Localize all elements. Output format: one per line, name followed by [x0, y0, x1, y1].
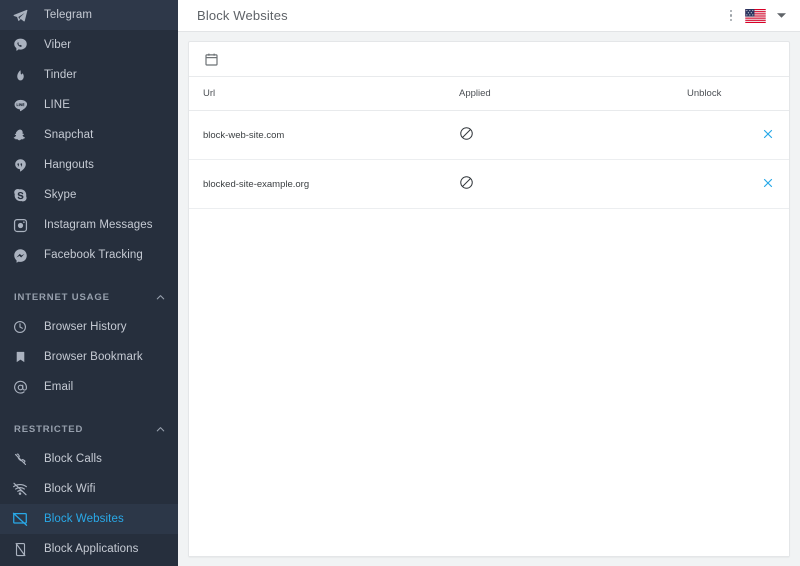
cell-applied	[459, 111, 687, 160]
content-region: Url Applied Unblock block-web-site.com	[178, 32, 800, 566]
close-x-icon[interactable]	[762, 128, 774, 140]
sidebar-item-block-applications[interactable]: Block Applications	[0, 534, 178, 564]
sidebar-item-email[interactable]: Email	[0, 372, 178, 402]
table-empty-space	[189, 209, 789, 556]
sidebar-item-block-calls[interactable]: Block Calls	[0, 444, 178, 474]
table-row[interactable]: blocked-site-example.org	[189, 160, 789, 209]
sidebar-item-label: Browser Bookmark	[44, 351, 143, 363]
no-entry-icon	[459, 175, 474, 190]
sidebar-item-label: Block Calls	[44, 453, 102, 465]
sidebar-item-label: Viber	[44, 39, 71, 51]
sidebar-item-label: Instagram Messages	[44, 219, 153, 231]
sidebar-item-label: Hangouts	[44, 159, 94, 171]
table-body: block-web-site.com	[189, 111, 789, 209]
sidebar-item-label: Facebook Tracking	[44, 249, 143, 261]
sidebar-item-label: Telegram	[44, 9, 92, 21]
page-title: Block Websites	[197, 8, 726, 23]
top-bar: Block Websites	[178, 0, 800, 32]
sidebar-item-browser-history[interactable]: Browser History	[0, 312, 178, 342]
table-header-row: Url Applied Unblock	[189, 77, 789, 111]
sidebar-item-telegram[interactable]: Telegram	[0, 0, 178, 30]
block-websites-card: Url Applied Unblock block-web-site.com	[188, 41, 790, 557]
cell-unblock	[687, 111, 789, 160]
sidebar-item-label: LINE	[44, 99, 70, 111]
sidebar-item-line[interactable]: LINE	[0, 90, 178, 120]
cell-url: block-web-site.com	[189, 111, 459, 160]
chevron-up-icon[interactable]	[155, 424, 166, 435]
calendar-icon[interactable]	[200, 48, 222, 70]
table-header: Url Applied Unblock	[189, 77, 789, 111]
sidebar-section-restricted[interactable]: RESTRICTED	[0, 414, 178, 444]
column-header-url[interactable]: Url	[189, 77, 459, 111]
cell-url: blocked-site-example.org	[189, 160, 459, 209]
chevron-up-icon[interactable]	[155, 292, 166, 303]
phone-slash-icon	[9, 448, 31, 470]
sidebar-item-label: Block Wifi	[44, 483, 95, 495]
blocked-sites-table: Url Applied Unblock block-web-site.com	[189, 76, 789, 209]
sidebar-section-title: RESTRICTED	[14, 424, 155, 435]
sidebar-item-hangouts[interactable]: Hangouts	[0, 150, 178, 180]
sidebar: Telegram Viber Tinder LINE	[0, 0, 178, 566]
sidebar-item-label: Skype	[44, 189, 76, 201]
column-header-unblock[interactable]: Unblock	[687, 77, 789, 111]
telegram-icon	[9, 4, 31, 26]
sidebar-app-list: Telegram Viber Tinder LINE	[0, 0, 178, 270]
sidebar-section-title: INTERNET USAGE	[14, 292, 155, 303]
sidebar-item-viber[interactable]: Viber	[0, 30, 178, 60]
sidebar-item-facebook-tracking[interactable]: Facebook Tracking	[0, 240, 178, 270]
at-sign-icon	[9, 376, 31, 398]
cell-unblock	[687, 160, 789, 209]
line-icon	[9, 94, 31, 116]
sidebar-item-label: Tinder	[44, 69, 77, 81]
sidebar-section-internet-usage[interactable]: INTERNET USAGE	[0, 282, 178, 312]
column-header-applied[interactable]: Applied	[459, 77, 687, 111]
close-x-icon[interactable]	[762, 177, 774, 189]
cell-applied	[459, 160, 687, 209]
chevron-down-icon[interactable]	[775, 9, 788, 22]
skype-icon	[9, 184, 31, 206]
card-toolbar	[189, 42, 789, 76]
kebab-menu-icon[interactable]	[726, 7, 737, 25]
app-root: Telegram Viber Tinder LINE	[0, 0, 800, 566]
top-bar-actions	[726, 7, 789, 25]
mobile-slash-icon	[9, 538, 31, 560]
clock-icon	[9, 316, 31, 338]
sidebar-item-skype[interactable]: Skype	[0, 180, 178, 210]
hangouts-icon	[9, 154, 31, 176]
monitor-slash-icon	[9, 508, 31, 530]
instagram-icon	[9, 214, 31, 236]
sidebar-item-block-wifi[interactable]: Block Wifi	[0, 474, 178, 504]
sidebar-item-browser-bookmark[interactable]: Browser Bookmark	[0, 342, 178, 372]
sidebar-item-label: Block Applications	[44, 543, 139, 555]
sidebar-item-instagram-messages[interactable]: Instagram Messages	[0, 210, 178, 240]
sidebar-item-label: Snapchat	[44, 129, 93, 141]
wifi-slash-icon	[9, 478, 31, 500]
sidebar-item-label: Email	[44, 381, 73, 393]
facebook-messenger-icon	[9, 244, 31, 266]
tinder-icon	[9, 64, 31, 86]
sidebar-item-label: Browser History	[44, 321, 127, 333]
sidebar-item-label: Block Websites	[44, 513, 124, 525]
no-entry-icon	[459, 126, 474, 141]
sidebar-item-tinder[interactable]: Tinder	[0, 60, 178, 90]
us-flag-icon[interactable]	[745, 9, 766, 23]
sidebar-item-snapchat[interactable]: Snapchat	[0, 120, 178, 150]
bookmark-icon	[9, 346, 31, 368]
main-area: Block Websites	[178, 0, 800, 566]
table-row[interactable]: block-web-site.com	[189, 111, 789, 160]
viber-icon	[9, 34, 31, 56]
snapchat-icon	[9, 124, 31, 146]
sidebar-item-block-websites[interactable]: Block Websites	[0, 504, 178, 534]
